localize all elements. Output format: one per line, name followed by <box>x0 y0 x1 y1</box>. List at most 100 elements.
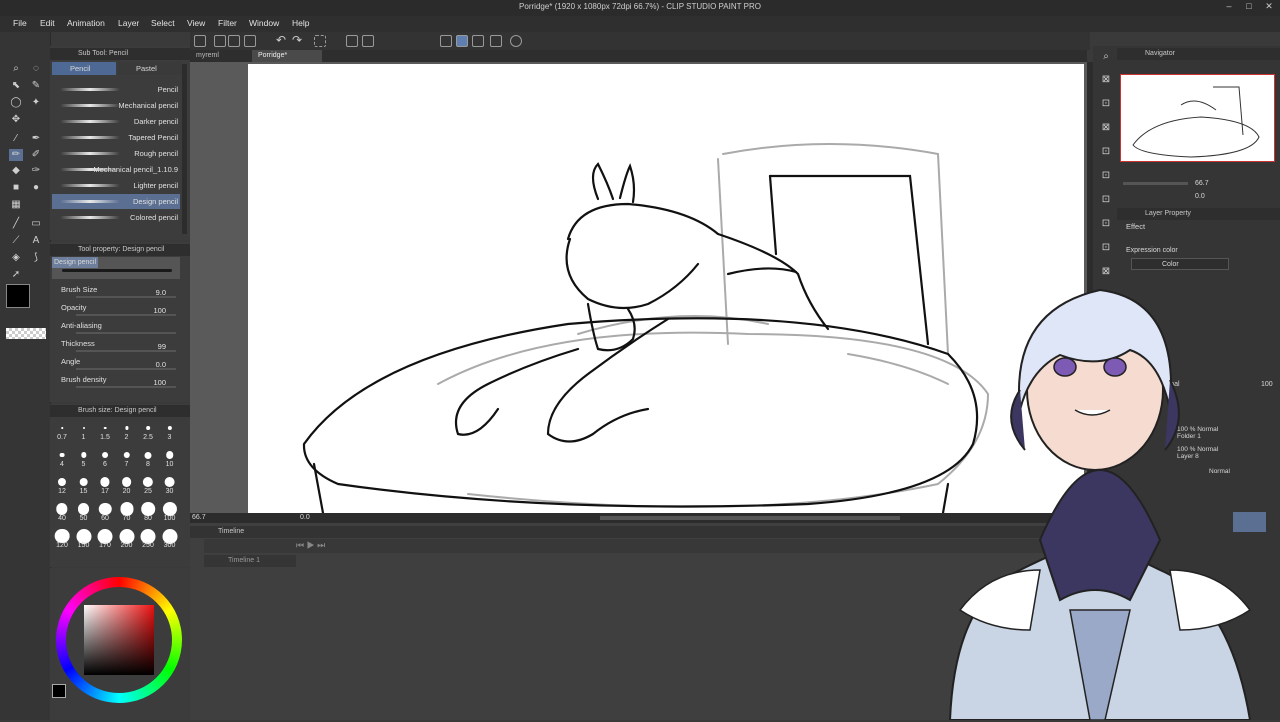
subtool-brush-item[interactable]: Colored pencil <box>52 210 180 225</box>
main-color-swatch[interactable] <box>6 284 30 308</box>
property-slider[interactable] <box>76 296 176 298</box>
export-icon[interactable] <box>244 35 256 47</box>
brush-size-preset[interactable]: 50 <box>74 500 94 526</box>
layer-search-icon[interactable]: ⊠ <box>1099 122 1113 136</box>
subtool-brush-item[interactable]: Darker pencil <box>52 114 180 129</box>
menu-file[interactable]: File <box>13 18 27 28</box>
brush-size-preset[interactable]: 1.5 <box>95 419 115 445</box>
menu-window[interactable]: Window <box>249 18 279 28</box>
open-icon[interactable] <box>214 35 226 47</box>
tool-property-row[interactable]: Angle 0.0 <box>52 355 180 372</box>
pencil-icon[interactable]: ✏ <box>9 149 23 161</box>
ruler-tool-icon[interactable]: ▭ <box>29 218 43 230</box>
brush-size-preset[interactable]: 120 <box>52 527 72 553</box>
fill-bucket-icon[interactable]: ■ <box>9 182 23 194</box>
tool-property-row[interactable]: Thickness 99 <box>52 337 180 354</box>
menu-view[interactable]: View <box>187 18 205 28</box>
tool-property-row[interactable]: Anti-aliasing <box>52 319 180 336</box>
move-icon[interactable]: ✥ <box>9 114 23 126</box>
line-icon[interactable]: ⟋ <box>9 235 23 247</box>
menu-filter[interactable]: Filter <box>218 18 237 28</box>
saturation-square[interactable] <box>84 605 154 675</box>
tab-porridge[interactable]: Porridge* <box>252 50 322 62</box>
snap-icon[interactable] <box>456 35 468 47</box>
property-slider[interactable] <box>76 368 176 370</box>
subtool-group-pastel[interactable]: Pastel <box>118 62 182 75</box>
save-icon[interactable] <box>228 35 240 47</box>
subtool-brush-item[interactable]: Tapered Pencil <box>52 130 180 145</box>
timeline-selector[interactable]: Timeline 1 <box>204 555 296 567</box>
fill-icon[interactable] <box>346 35 358 47</box>
subview-icon[interactable]: ⊠ <box>1099 74 1113 88</box>
material-icon[interactable]: ⊡ <box>1099 98 1113 112</box>
brush-size-preset[interactable]: 200 <box>117 527 137 553</box>
menu-layer[interactable]: Layer <box>118 18 139 28</box>
brush-size-preset[interactable]: 70 <box>117 500 137 526</box>
tab-myreml[interactable]: myreml <box>190 50 248 62</box>
snap-special-icon[interactable] <box>472 35 484 47</box>
brush-icon[interactable]: ✒ <box>29 133 43 145</box>
pen-icon[interactable]: ✎ <box>29 80 43 92</box>
play-icon[interactable]: ⏮ ▶ ⏭ <box>296 540 325 551</box>
zoom-icon[interactable]: ⌕ <box>9 63 23 75</box>
redo-icon[interactable]: ↷ <box>292 33 302 47</box>
brush-size-preset[interactable]: 2 <box>117 419 137 445</box>
status-zoom[interactable]: 66.7 <box>192 514 206 521</box>
brush-size-preset[interactable]: 0.7 <box>52 419 72 445</box>
subtool-group-pencil[interactable]: Pencil <box>52 62 116 75</box>
subtool-brush-item[interactable]: Design pencil <box>52 194 180 209</box>
object-icon[interactable]: ⬉ <box>9 80 23 92</box>
brush-size-preset[interactable]: 300 <box>160 527 180 553</box>
airbrush-icon[interactable]: ✑ <box>29 165 43 177</box>
blend-icon[interactable]: ● <box>29 182 43 194</box>
navigator-zoom-slider[interactable] <box>1123 182 1188 185</box>
new-icon[interactable] <box>194 35 206 47</box>
undo-icon[interactable]: ↶ <box>276 33 286 47</box>
brush-size-preset[interactable]: 6 <box>95 446 115 472</box>
brush-size-preset[interactable]: 5 <box>74 446 94 472</box>
operation-icon[interactable]: ➚ <box>9 269 23 281</box>
maximize-icon[interactable]: □ <box>1242 1 1256 14</box>
status-angle[interactable]: 0.0 <box>300 514 310 521</box>
subtool-brush-item[interactable]: Mechanical pencil_1.10.9 <box>52 162 180 177</box>
color-set-icon[interactable]: ⊡ <box>1099 218 1113 232</box>
brush-size-preset[interactable]: 40 <box>52 500 72 526</box>
subtool-brush-item[interactable]: Rough pencil <box>52 146 180 161</box>
magic-wand-icon[interactable]: ✦ <box>29 97 43 109</box>
gradient-icon[interactable]: ▦ <box>9 199 23 211</box>
eraser-icon[interactable]: ◆ <box>9 165 23 177</box>
brush-size-preset[interactable]: 20 <box>117 473 137 499</box>
device-icon[interactable] <box>490 35 502 47</box>
brush-size-preset[interactable]: 30 <box>160 473 180 499</box>
close-icon[interactable]: ✕ <box>1262 1 1276 14</box>
subtool-scrollbar[interactable] <box>182 64 187 234</box>
ruler-icon[interactable] <box>440 35 452 47</box>
menu-select[interactable]: Select <box>151 18 175 28</box>
figure-icon[interactable]: ╱ <box>9 218 23 230</box>
menu-help[interactable]: Help <box>292 18 309 28</box>
subtool-brush-item[interactable]: Pencil <box>52 82 180 97</box>
subtool-brush-item[interactable]: Lighter pencil <box>52 178 180 193</box>
menu-edit[interactable]: Edit <box>40 18 55 28</box>
navigator-zoom[interactable]: 66.7 <box>1195 180 1209 187</box>
balloon-icon[interactable]: ◈ <box>9 252 23 264</box>
brush-size-preset[interactable]: 80 <box>138 500 158 526</box>
property-slider[interactable] <box>76 332 176 334</box>
tool-property-row[interactable]: Opacity 100 <box>52 301 180 318</box>
settings-icon[interactable] <box>510 35 522 47</box>
navigator-icon[interactable]: ⌕ <box>1099 51 1113 65</box>
lasso-select-icon[interactable]: ◯ <box>9 97 23 109</box>
brush-size-preset[interactable]: 250 <box>138 527 158 553</box>
subtool-brush-item[interactable]: Mechanical pencil <box>52 98 180 113</box>
tool-property-row[interactable]: Brush density 100 <box>52 373 180 390</box>
text-icon[interactable]: A <box>29 235 43 247</box>
brush-size-preset[interactable]: 12 <box>52 473 72 499</box>
marker-icon[interactable]: ✐ <box>29 149 43 161</box>
brush-size-preset[interactable]: 1 <box>74 419 94 445</box>
history-icon[interactable]: ⊡ <box>1099 146 1113 160</box>
brush-size-preset[interactable]: 15 <box>74 473 94 499</box>
expression-color-select[interactable]: Color <box>1131 258 1229 270</box>
property-slider[interactable] <box>76 386 176 388</box>
brush-size-preset[interactable]: 7 <box>117 446 137 472</box>
property-slider[interactable] <box>76 314 176 316</box>
